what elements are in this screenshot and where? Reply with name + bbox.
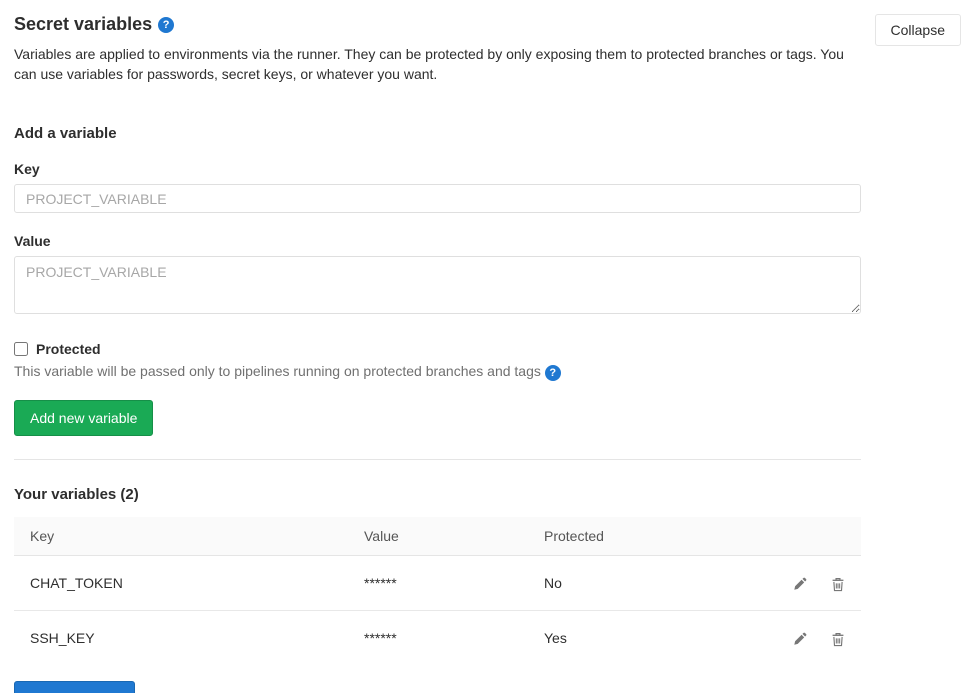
key-input[interactable] <box>14 184 861 213</box>
protected-help-icon[interactable]: ? <box>545 365 561 381</box>
secret-variables-section: Secret variables ? Collapse Variables ar… <box>0 0 977 693</box>
protected-checkbox[interactable] <box>14 342 28 356</box>
add-new-variable-button[interactable]: Add new variable <box>14 400 153 436</box>
column-header-protected: Protected <box>528 517 751 556</box>
column-header-actions <box>751 517 861 556</box>
variable-actions-cell <box>751 556 861 611</box>
add-variable-form: Add a variable Key Value Protected This … <box>14 125 961 436</box>
protected-checkbox-row: Protected <box>14 341 961 357</box>
page-title-text: Secret variables <box>14 14 152 35</box>
column-header-key: Key <box>14 517 348 556</box>
table-row: CHAT_TOKEN ****** No <box>14 556 861 611</box>
protected-checkbox-label[interactable]: Protected <box>36 341 101 357</box>
key-label: Key <box>14 161 961 177</box>
delete-variable-button[interactable] <box>831 577 845 592</box>
protected-help-text-content: This variable will be passed only to pip… <box>14 363 541 379</box>
help-icon[interactable]: ? <box>158 17 174 33</box>
protected-help-text: This variable will be passed only to pip… <box>14 362 961 381</box>
variable-value-cell: ****** <box>348 610 528 664</box>
variable-protected-cell: No <box>528 556 751 611</box>
collapse-button[interactable]: Collapse <box>875 14 961 46</box>
key-field-group: Key <box>14 161 961 213</box>
value-label: Value <box>14 233 961 249</box>
variable-key-cell: CHAT_TOKEN <box>14 556 348 611</box>
add-variable-heading: Add a variable <box>14 125 961 142</box>
value-textarea[interactable] <box>14 256 861 314</box>
variables-table: Key Value Protected CHAT_TOKEN ****** No <box>14 517 861 665</box>
edit-variable-button[interactable] <box>793 632 807 646</box>
value-field-group: Value <box>14 233 961 317</box>
table-header-row: Key Value Protected <box>14 517 861 556</box>
table-row: SSH_KEY ****** Yes <box>14 610 861 664</box>
variable-key-cell: SSH_KEY <box>14 610 348 664</box>
reveal-values-button[interactable]: Reveal Values <box>14 681 135 693</box>
variable-actions-cell <box>751 610 861 664</box>
trash-icon <box>831 635 845 650</box>
edit-variable-button[interactable] <box>793 577 807 591</box>
delete-variable-button[interactable] <box>831 632 845 647</box>
section-header: Secret variables ? Collapse Variables ar… <box>14 14 961 84</box>
column-header-value: Value <box>348 517 528 556</box>
page-title: Secret variables ? <box>14 14 961 35</box>
section-description: Variables are applied to environments vi… <box>14 44 861 84</box>
your-variables-heading: Your variables (2) <box>14 486 961 503</box>
section-divider <box>14 459 861 460</box>
variable-protected-cell: Yes <box>528 610 751 664</box>
pencil-icon <box>793 579 807 594</box>
pencil-icon <box>793 634 807 649</box>
variable-value-cell: ****** <box>348 556 528 611</box>
trash-icon <box>831 580 845 595</box>
